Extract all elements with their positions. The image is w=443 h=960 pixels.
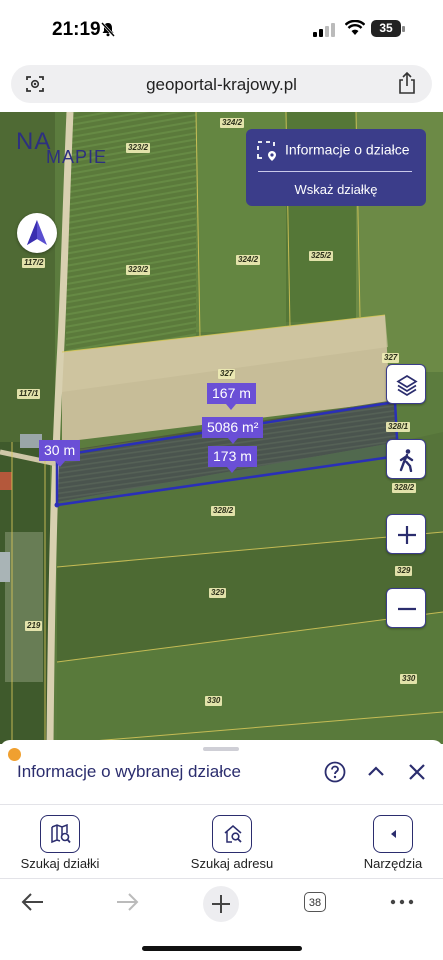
status-time: 21:19 — [52, 19, 101, 40]
search-address-icon-box — [212, 815, 252, 853]
parcel-label: 117/1 — [17, 389, 41, 399]
parcel-info-label: Informacje o działce — [285, 141, 410, 158]
close-icon[interactable] — [408, 764, 426, 780]
signal-icon — [313, 23, 335, 37]
area-label: 5086 m² — [202, 417, 264, 444]
parcel-label: 325/2 — [309, 251, 334, 261]
parcel-label: 324/2 — [236, 255, 261, 265]
chevron-up-icon[interactable] — [367, 764, 385, 778]
back-arrow-icon[interactable] — [20, 889, 46, 915]
notification-dot — [8, 748, 21, 761]
address-bar[interactable]: geoportal-krajowy.pl — [11, 65, 432, 103]
parcel-info-sheet[interactable]: Informacje o wybranej działce — [0, 740, 443, 804]
parcel-label: 327 — [382, 353, 400, 363]
url-text: geoportal-krajowy.pl — [146, 75, 297, 94]
width-left-label: 30 m — [39, 440, 81, 467]
parcel-label: 330 — [205, 696, 223, 706]
parcel-info-panel: Informacje o działce Wskaż działkę — [246, 129, 426, 206]
plus-icon — [398, 526, 416, 544]
parcel-label: 324/2 — [220, 118, 245, 128]
browser-toolbar: 38 — [0, 878, 443, 929]
panel-divider — [258, 171, 412, 172]
pedestrian-icon — [399, 449, 414, 472]
length-bottom-label: 173 m — [208, 446, 257, 473]
zoom-in-button[interactable] — [386, 514, 426, 554]
status-bar: 21:19 35 — [0, 0, 443, 60]
map-search-icon — [51, 824, 71, 844]
bell-muted-icon — [101, 22, 115, 37]
compass-button[interactable] — [17, 213, 57, 253]
north-arrow-icon — [27, 220, 47, 245]
layers-icon — [396, 375, 418, 396]
battery-indicator: 35 — [371, 20, 401, 37]
sheet-drag-handle[interactable] — [203, 747, 239, 751]
new-tab-icon[interactable] — [202, 885, 240, 923]
search-address-button[interactable]: Szukaj adresu — [177, 805, 287, 879]
street-view-button[interactable] — [386, 439, 426, 479]
parcel-label: 328/1 — [386, 422, 411, 432]
tools-label: Narzędzia — [363, 856, 423, 871]
help-icon[interactable] — [324, 761, 346, 783]
tools-button[interactable]: Narzędzia — [338, 805, 443, 879]
search-address-label: Szukaj adresu — [190, 856, 274, 871]
sheet-title: Informacje o wybranej działce — [17, 762, 241, 781]
parcel-label: 327 — [218, 369, 236, 379]
map-view[interactable]: NA MAPIE Informacje o działce Wskaż dzia… — [0, 112, 443, 744]
length-top-label: 167 m — [207, 383, 256, 410]
parcel-label: 323/2 — [126, 143, 151, 153]
search-parcel-icon-box — [40, 815, 80, 853]
tools-bar: Szukaj działki Szukaj adresu Narzędzia — [0, 804, 443, 879]
na-mapie-logo: NA MAPIE — [16, 128, 108, 167]
parcel-label: 117/2 — [22, 258, 46, 268]
parcel-info-button[interactable]: Informacje o działce — [256, 140, 410, 162]
zoom-out-button[interactable] — [386, 588, 426, 628]
tools-icon-box — [373, 815, 413, 853]
more-icon[interactable] — [390, 899, 414, 905]
home-search-icon — [224, 825, 242, 843]
parcel-label: 330 — [400, 674, 418, 684]
minus-icon — [398, 607, 416, 611]
parcel-label: 329 — [395, 566, 413, 576]
select-area-icon — [257, 141, 276, 161]
battery-tip — [402, 26, 405, 32]
search-parcel-button[interactable]: Szukaj działki — [5, 805, 115, 879]
forward-arrow-icon[interactable] — [114, 889, 140, 915]
parcel-label: 219 — [25, 621, 43, 631]
parcel-label: 328/2 — [211, 506, 236, 516]
tabs-button[interactable]: 38 — [304, 892, 326, 912]
caret-left-icon — [391, 830, 396, 838]
parcel-label: 323/2 — [126, 265, 151, 275]
home-indicator[interactable] — [142, 946, 302, 951]
wifi-icon — [345, 20, 365, 35]
point-parcel-button[interactable]: Wskaż działkę — [246, 182, 426, 197]
share-icon[interactable] — [397, 71, 417, 95]
layers-button[interactable] — [386, 364, 426, 404]
parcel-label: 328/2 — [392, 483, 417, 493]
parcel-label: 329 — [209, 588, 227, 598]
search-parcel-label: Szukaj działki — [20, 856, 100, 871]
